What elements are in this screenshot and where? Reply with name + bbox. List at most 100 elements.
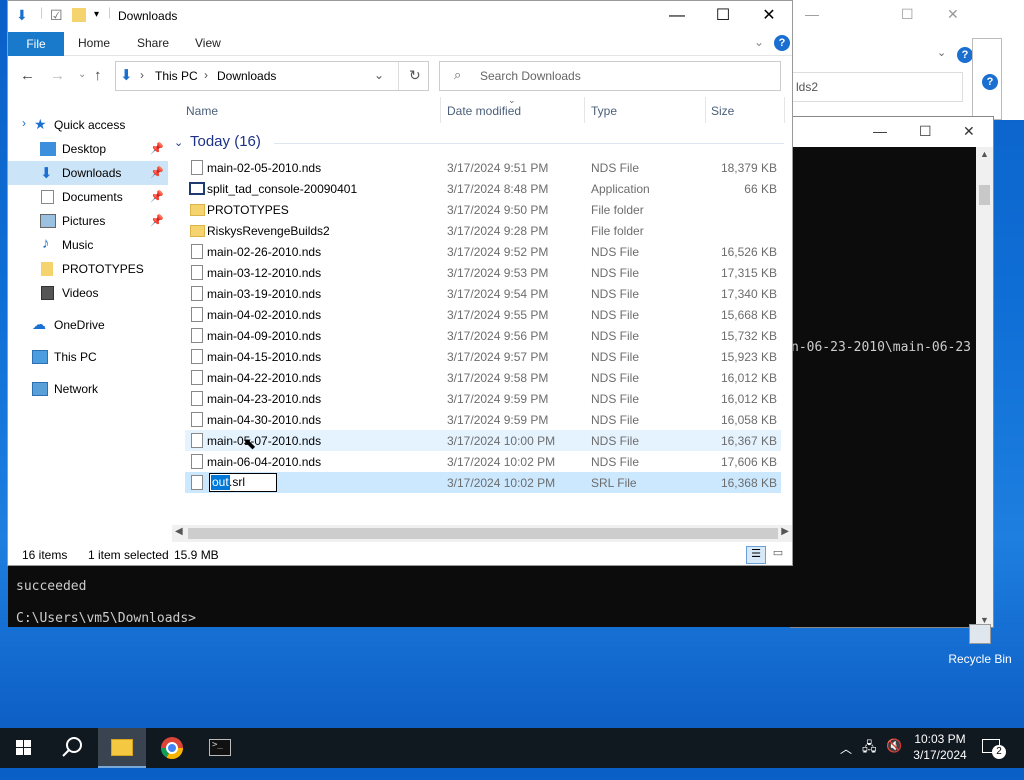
checkmark-icon[interactable]: ☑: [50, 7, 63, 24]
help-icon[interactable]: ?: [957, 47, 973, 63]
clock[interactable]: 10:03 PM 3/17/2024: [908, 728, 972, 768]
address-dropdown-icon[interactable]: ⌄: [374, 68, 384, 82]
ribbon-expand-icon[interactable]: ⌄: [754, 35, 764, 49]
sidebar-item-quick-access[interactable]: › ★ Quick access: [8, 113, 168, 137]
column-header-date[interactable]: Date modified: [447, 104, 521, 128]
scroll-up-icon[interactable]: ▲: [980, 149, 989, 159]
scrollbar-thumb[interactable]: [188, 528, 778, 539]
table-row[interactable]: RiskysRevengeBuilds2 3/17/2024 9:28 PM Fil…: [185, 220, 781, 241]
recycle-bin-shortcut[interactable]: Recycle Bin: [940, 624, 1020, 672]
breadcrumb-downloads[interactable]: Downloads: [217, 69, 276, 83]
close-button[interactable]: ✕: [746, 5, 792, 29]
maximize-icon[interactable]: ☐: [901, 6, 914, 23]
table-row[interactable]: PROTOTYPES 3/17/2024 9:50 PM File folder: [185, 199, 781, 220]
minimize-icon[interactable]: —: [805, 6, 819, 22]
column-header-name[interactable]: Name: [186, 104, 218, 128]
start-button[interactable]: [0, 728, 48, 768]
tab-view[interactable]: View: [195, 36, 221, 50]
file-size: 17,340 KB: [720, 287, 777, 301]
table-row[interactable]: main-03-19-2010.nds 3/17/2024 9:54 PM NDS …: [185, 283, 781, 304]
sidebar-item-videos[interactable]: Videos: [8, 281, 168, 305]
column-divider[interactable]: [705, 97, 706, 123]
notifications-button[interactable]: 2: [982, 739, 1006, 759]
close-icon[interactable]: ✕: [947, 6, 959, 23]
forward-icon[interactable]: →: [50, 67, 65, 84]
search-input[interactable]: ⌕ Search Downloads: [439, 61, 781, 91]
sidebar-item-downloads[interactable]: ⬇ Downloads 📌: [8, 161, 168, 185]
table-row[interactable]: main-06-04-2010.nds 3/17/2024 10:02 PM NDS…: [185, 451, 781, 472]
table-row[interactable]: main-04-02-2010.nds 3/17/2024 9:55 PM NDS …: [185, 304, 781, 325]
back-icon[interactable]: ←: [20, 67, 35, 84]
taskbar-chrome[interactable]: [148, 728, 196, 768]
up-icon[interactable]: ↑: [94, 67, 102, 84]
background-address-bar[interactable]: lds2: [791, 72, 963, 102]
rename-input[interactable]: out .srl: [209, 473, 277, 492]
table-row[interactable]: main-03-12-2010.nds 3/17/2024 9:53 PM NDS …: [185, 262, 781, 283]
tab-share[interactable]: Share: [137, 36, 169, 50]
column-divider[interactable]: [440, 97, 441, 123]
sidebar-item-desktop[interactable]: Desktop 📌: [8, 137, 168, 161]
file-name: main-04-02-2010.nds: [207, 308, 322, 322]
close-icon[interactable]: ✕: [963, 123, 975, 140]
scrollbar-thumb[interactable]: [979, 185, 990, 205]
minimize-button[interactable]: —: [654, 5, 700, 29]
table-row[interactable]: main-04-15-2010.nds 3/17/2024 9:57 PM NDS …: [185, 346, 781, 367]
show-hidden-icons-icon[interactable]: ︿: [840, 740, 852, 780]
computer-icon: [32, 350, 48, 364]
volume-muted-icon[interactable]: 🔇: [886, 738, 902, 778]
column-divider[interactable]: [584, 97, 585, 123]
help-icon[interactable]: ?: [982, 74, 998, 90]
chevron-down-icon[interactable]: ⌄: [937, 46, 946, 59]
table-row[interactable]: main-02-26-2010.nds 3/17/2024 9:52 PM NDS …: [185, 241, 781, 262]
tab-file[interactable]: File: [8, 32, 64, 56]
group-header-today[interactable]: ⌄ Today (16): [174, 133, 784, 150]
column-header-size[interactable]: Size: [711, 104, 734, 128]
table-row[interactable]: main-04-30-2010.nds 3/17/2024 9:59 PM NDS …: [185, 409, 781, 430]
sidebar-label: Desktop: [62, 142, 107, 156]
column-header-type[interactable]: Type: [591, 104, 617, 128]
taskbar-file-explorer[interactable]: [98, 728, 146, 768]
recent-dropdown-icon[interactable]: ⌄: [78, 69, 86, 80]
large-icons-view-icon[interactable]: ▭: [770, 546, 786, 562]
address-bar[interactable]: ⬇ › This PC › Downloads ⌄ ↻: [115, 61, 429, 91]
sidebar-item-onedrive[interactable]: ☁ OneDrive: [8, 313, 168, 337]
sidebar-item-this-pc[interactable]: This PC: [8, 345, 168, 369]
qat-dropdown-icon[interactable]: ▾: [94, 9, 99, 20]
table-row[interactable]: main-04-23-2010.nds 3/17/2024 9:59 PM NDS …: [185, 388, 781, 409]
maximize-icon[interactable]: ☐: [919, 123, 932, 140]
column-divider[interactable]: [784, 97, 785, 123]
file-type: File folder: [591, 203, 644, 217]
search-button[interactable]: [48, 728, 96, 768]
table-row[interactable]: main-02-05-2010.nds 3/17/2024 9:51 PM NDS …: [185, 157, 781, 178]
sidebar-item-music[interactable]: ♪ Music: [8, 233, 168, 257]
table-row[interactable]: split_tad_console-20090401 3/17/2024 8:48…: [185, 178, 781, 199]
table-row-selected[interactable]: out .srl 3/17/2024 10:02 PM SRL File 16,36…: [185, 472, 781, 493]
sidebar-item-pictures[interactable]: Pictures 📌: [8, 209, 168, 233]
horizontal-scrollbar[interactable]: ◀ ▶: [172, 525, 792, 542]
console-scrollbar[interactable]: ▲ ▼: [976, 147, 993, 627]
sidebar-item-network[interactable]: Network: [8, 377, 168, 401]
sidebar-item-prototypes[interactable]: PROTOTYPES: [8, 257, 168, 281]
table-row[interactable]: main-04-22-2010.nds 3/17/2024 9:58 PM NDS …: [185, 367, 781, 388]
table-row[interactable]: main-04-09-2010.nds 3/17/2024 9:56 PM NDS …: [185, 325, 781, 346]
taskbar-command-prompt[interactable]: >_: [196, 728, 244, 768]
breadcrumb-this-pc[interactable]: This PC: [155, 69, 198, 83]
tab-home[interactable]: Home: [78, 36, 110, 50]
sidebar-item-documents[interactable]: Documents 📌: [8, 185, 168, 209]
properties-arrow-icon[interactable]: ⬇: [16, 7, 28, 24]
details-view-icon[interactable]: ☰: [746, 546, 766, 564]
file-size: 16,012 KB: [720, 371, 777, 385]
file-icon: [191, 475, 203, 490]
table-row[interactable]: main-05-07-2010.nds 3/17/2024 10:00 PM NDS…: [185, 430, 781, 453]
file-icon: [191, 391, 203, 406]
scroll-left-icon[interactable]: ◀: [175, 526, 183, 537]
minimize-icon[interactable]: —: [873, 123, 887, 139]
help-icon[interactable]: ?: [774, 35, 790, 51]
scroll-right-icon[interactable]: ▶: [781, 526, 789, 537]
maximize-button[interactable]: ☐: [700, 5, 746, 29]
refresh-icon[interactable]: ↻: [409, 67, 421, 84]
file-icon: [191, 244, 203, 259]
new-folder-icon[interactable]: [72, 8, 86, 22]
network-icon[interactable]: 🖧: [862, 738, 877, 778]
console-prompt[interactable]: C:\Users\vm5\Downloads>: [16, 611, 196, 626]
